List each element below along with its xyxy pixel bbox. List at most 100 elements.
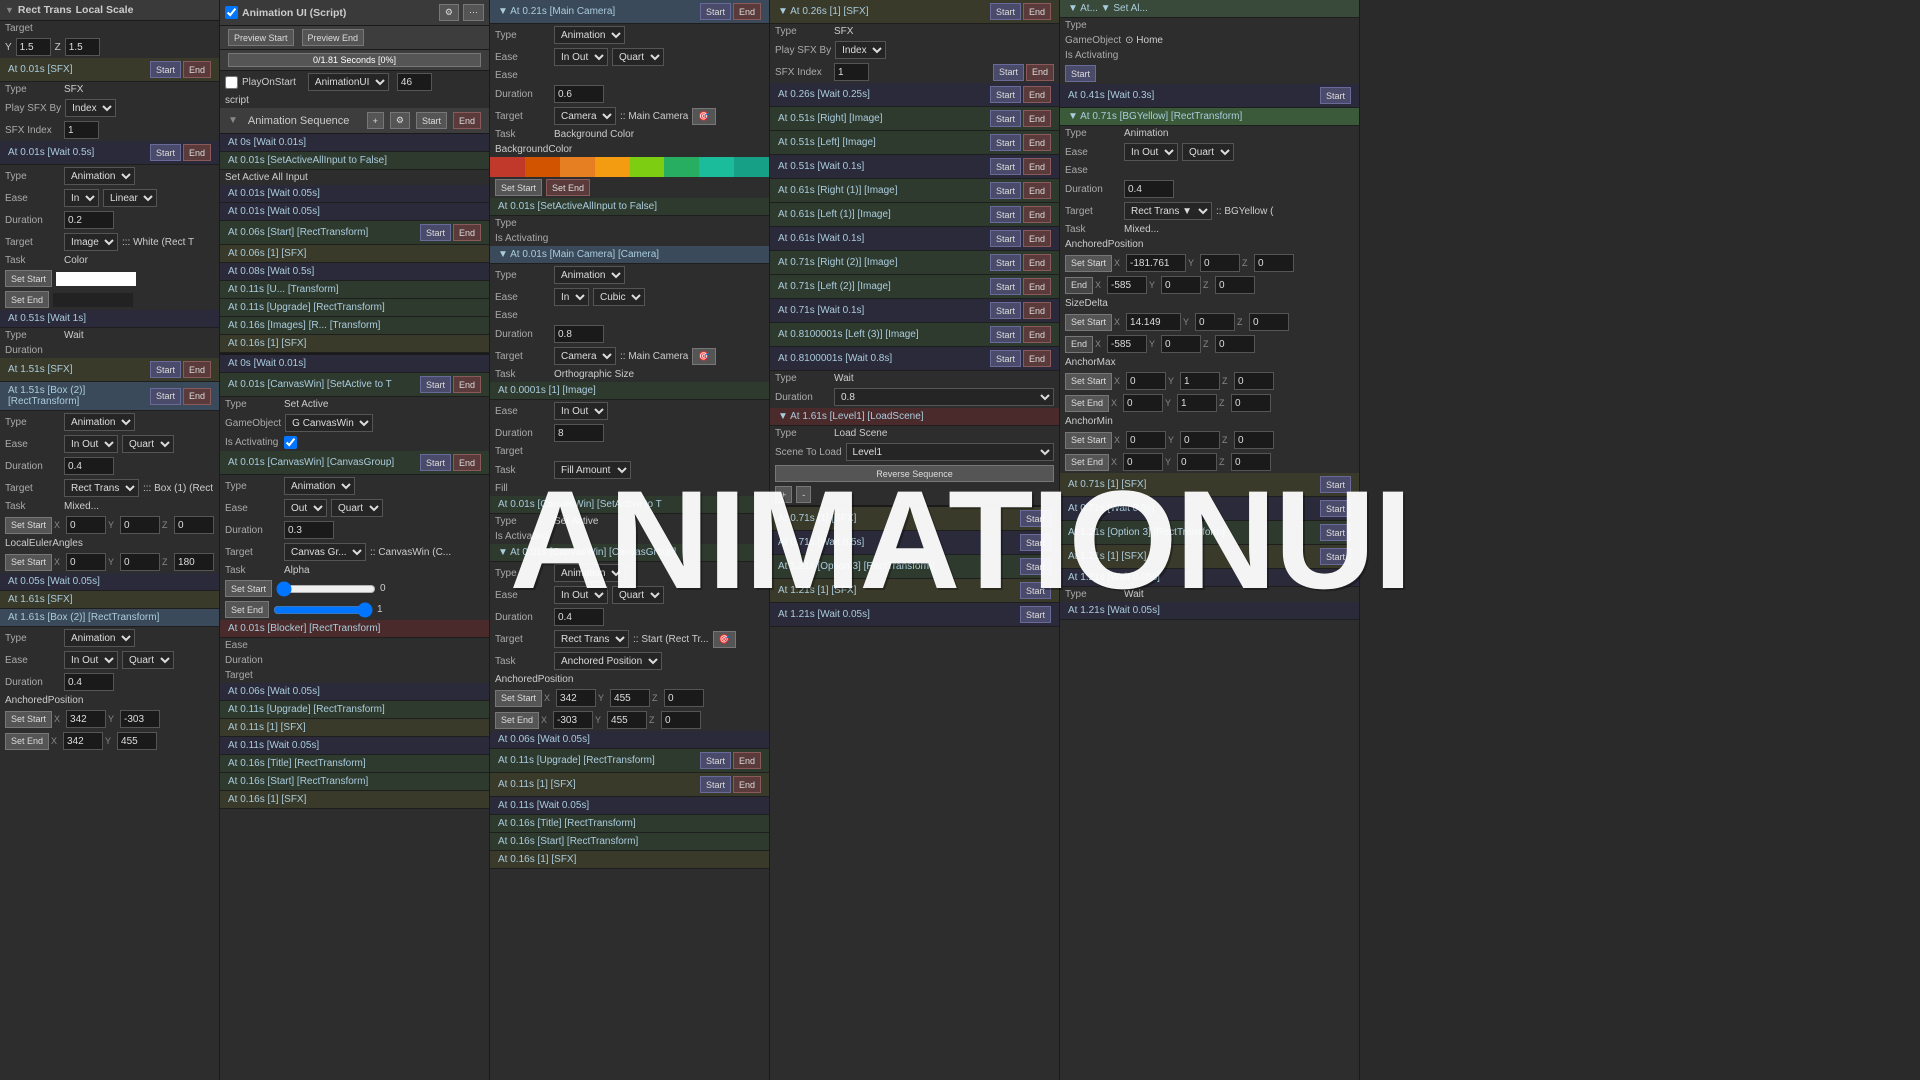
- d5-aminey-input[interactable]: [1177, 453, 1217, 471]
- d4-opt3-start[interactable]: Start: [1020, 558, 1051, 575]
- cam-start-btn[interactable]: Start: [700, 3, 731, 20]
- y-input-1[interactable]: [120, 516, 160, 534]
- fill-duration-input[interactable]: [554, 424, 604, 442]
- anim-ui-select[interactable]: AnimationUI: [308, 73, 389, 91]
- seq-end-btn-5[interactable]: End: [453, 224, 481, 241]
- seq-start-btn-5[interactable]: Start: [420, 224, 451, 241]
- d4-end-8[interactable]: End: [1023, 206, 1051, 223]
- cg2-set-end-btn[interactable]: Set End: [495, 712, 539, 729]
- d4-scene-sel[interactable]: Level1: [846, 443, 1054, 461]
- d5-ex-input[interactable]: [1107, 276, 1147, 294]
- d5-amx-input[interactable]: [1126, 372, 1166, 390]
- cg2-target-sel[interactable]: Rect Trans: [554, 630, 629, 648]
- ex-input[interactable]: [66, 553, 106, 571]
- d5-amax-end-btn[interactable]: Set End: [1065, 395, 1109, 412]
- preview-start-btn[interactable]: Preview Start: [228, 29, 294, 46]
- d4-end-6[interactable]: End: [1023, 158, 1051, 175]
- type-select-3[interactable]: Animation: [64, 629, 135, 647]
- type-select-1[interactable]: Animation: [64, 167, 135, 185]
- start-btn-1[interactable]: Start: [150, 61, 181, 78]
- seq-add-btn[interactable]: +: [367, 112, 384, 129]
- d4-end-4[interactable]: End: [1023, 110, 1051, 127]
- set-start-btn-1[interactable]: Set Start: [5, 270, 52, 287]
- d5-sex-input[interactable]: [1107, 335, 1147, 353]
- d4-start-10[interactable]: Start: [990, 254, 1021, 271]
- d5-amey-input[interactable]: [1177, 394, 1217, 412]
- d4-start-13[interactable]: Start: [990, 326, 1021, 343]
- d4-sfx-start[interactable]: Start: [1020, 510, 1051, 527]
- duration-input-2[interactable]: [64, 457, 114, 475]
- d5-opt3-start[interactable]: Start: [1320, 524, 1351, 541]
- cam2-ease-cubic[interactable]: Cubic: [593, 288, 645, 306]
- seq-settings-btn[interactable]: ⚙: [390, 112, 410, 129]
- d4-play-sel[interactable]: Index: [835, 41, 886, 59]
- d5-ssx-input[interactable]: [1126, 313, 1181, 331]
- is-activating-check[interactable]: [284, 436, 297, 449]
- cam-target-sel[interactable]: Camera: [554, 107, 616, 125]
- d5-1-21-start[interactable]: Start: [1320, 548, 1351, 565]
- d5-aminx-input[interactable]: [1126, 431, 1166, 449]
- d5-sy-input[interactable]: [1200, 254, 1240, 272]
- cg2-duration-input[interactable]: [554, 608, 604, 626]
- d4-index-input[interactable]: [834, 63, 869, 81]
- d4-wait-dur-sel[interactable]: 0.8: [834, 388, 1054, 406]
- cg2-type-sel[interactable]: Animation: [554, 564, 625, 582]
- d4-end-5[interactable]: End: [1023, 134, 1051, 151]
- value-46-input[interactable]: [397, 73, 432, 91]
- x-input-1[interactable]: [66, 516, 106, 534]
- cg-start-btn[interactable]: Start: [420, 454, 451, 471]
- cy2-input[interactable]: [607, 711, 647, 729]
- play-sfx-select[interactable]: Index: [65, 99, 116, 117]
- seq-end-btn[interactable]: End: [453, 112, 481, 129]
- cg-set-start-btn[interactable]: Set Start: [225, 580, 272, 597]
- d4-start-8[interactable]: Start: [990, 206, 1021, 223]
- d5-ease-sel1[interactable]: In Out: [1124, 143, 1178, 161]
- d5-amy-input[interactable]: [1180, 372, 1220, 390]
- d4-start-6[interactable]: Start: [990, 158, 1021, 175]
- d5-sfx-start[interactable]: Start: [1320, 476, 1351, 493]
- ease-in-select[interactable]: In: [64, 189, 99, 207]
- end-btn-1[interactable]: End: [183, 61, 211, 78]
- cg2-ease-in-out[interactable]: In Out: [554, 586, 608, 604]
- type-select-2[interactable]: Animation: [64, 413, 135, 431]
- settings-icon-btn[interactable]: ⚙: [439, 4, 459, 21]
- cam2-target-sel[interactable]: Camera: [554, 347, 616, 365]
- ease-in-out-select[interactable]: In Out: [64, 435, 118, 453]
- cam-duration-input[interactable]: [554, 85, 604, 103]
- ay-input[interactable]: [120, 710, 160, 728]
- cg-ease-out[interactable]: Out: [284, 499, 327, 517]
- d4-end-9[interactable]: End: [1023, 230, 1051, 247]
- end-btn-4[interactable]: End: [183, 388, 211, 405]
- cam-ease-in-out[interactable]: In Out: [554, 48, 608, 66]
- z-input[interactable]: [65, 38, 100, 56]
- cg-duration-input[interactable]: [284, 521, 334, 539]
- d5-aminz-input[interactable]: [1234, 431, 1274, 449]
- d5-aminex-input[interactable]: [1123, 453, 1163, 471]
- cg-ease-quart[interactable]: Quart: [331, 499, 383, 517]
- cam-target-btn[interactable]: 🎯: [692, 108, 715, 125]
- d4-start-11[interactable]: Start: [990, 278, 1021, 295]
- cz2-input[interactable]: [661, 711, 701, 729]
- d4-start-3[interactable]: Start: [990, 86, 1021, 103]
- d5-amez-input[interactable]: [1231, 394, 1271, 412]
- d4-end-10[interactable]: End: [1023, 254, 1051, 271]
- uc-end-btn[interactable]: End: [733, 752, 761, 769]
- d5-sz-input[interactable]: [1254, 254, 1294, 272]
- reverse-seq-btn[interactable]: Reverse Sequence: [775, 465, 1054, 482]
- d5-amin-end-btn[interactable]: Set End: [1065, 454, 1109, 471]
- d4-end-2[interactable]: End: [1026, 64, 1054, 81]
- start-btn-3[interactable]: Start: [150, 361, 181, 378]
- set-start-btn-xyz[interactable]: Set Start: [5, 517, 52, 534]
- d4-start-12[interactable]: Start: [990, 302, 1021, 319]
- d4-start-5[interactable]: Start: [990, 134, 1021, 151]
- set-end-bg-btn[interactable]: Set End: [546, 179, 590, 196]
- seq-start-btn[interactable]: Start: [416, 112, 447, 129]
- cam2-target-btn[interactable]: 🎯: [692, 348, 715, 365]
- d4-end-12[interactable]: End: [1023, 302, 1051, 319]
- cg-target-select[interactable]: Canvas Gr...: [284, 543, 366, 561]
- anchor-end-btn[interactable]: Set End: [5, 733, 49, 750]
- d4-end-1[interactable]: End: [1023, 3, 1051, 20]
- d4-end-3[interactable]: End: [1023, 86, 1051, 103]
- cy-input[interactable]: [610, 689, 650, 707]
- ease-quart-select[interactable]: Quart: [122, 435, 174, 453]
